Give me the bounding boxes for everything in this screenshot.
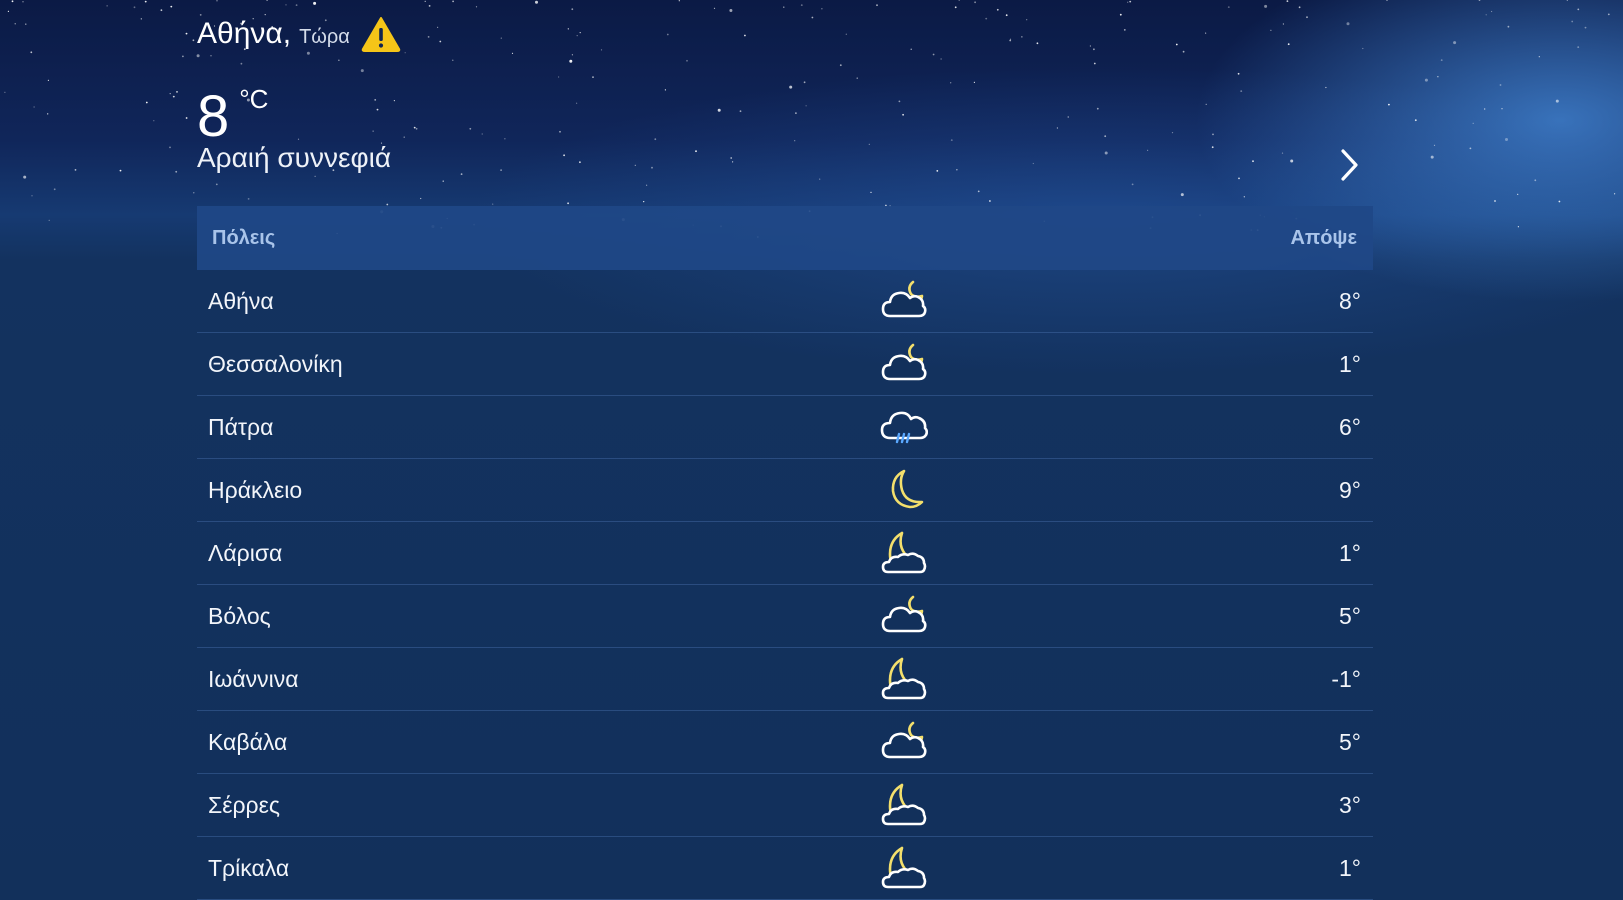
- city-temperature: 1°: [1339, 350, 1361, 377]
- cloud-moon-icon: [880, 278, 928, 324]
- city-name: Θεσσαλονίκη: [208, 350, 343, 377]
- moon-cloud-icon: [880, 656, 928, 702]
- column-header-tonight: Απόψε: [1290, 226, 1357, 249]
- cloud-moon-icon: [880, 341, 928, 387]
- city-name: Καβάλα: [208, 728, 288, 755]
- city-row[interactable]: Καβάλα 5°: [197, 711, 1373, 774]
- time-label: Τώρα: [299, 25, 350, 48]
- city-temperature: 3°: [1339, 791, 1361, 818]
- city-row[interactable]: Πάτρα 6°: [197, 396, 1373, 459]
- city-name: Τρίκαλα: [208, 854, 290, 881]
- city-temperature: 1°: [1339, 854, 1361, 881]
- city-row[interactable]: Τρίκαλα 1°: [197, 837, 1373, 900]
- column-header-cities: Πόλεις: [212, 226, 276, 249]
- chevron-right-icon: [1341, 149, 1358, 181]
- city-row[interactable]: Αθήνα 8°: [197, 270, 1373, 333]
- current-city-name: Αθήνα,: [197, 17, 292, 50]
- city-name: Ηράκλειο: [208, 476, 303, 503]
- city-name: Αθήνα: [208, 287, 274, 314]
- city-temperature: -1°: [1331, 665, 1361, 692]
- city-row[interactable]: Ιωάννινα -1°: [197, 648, 1373, 711]
- moon-cloud-icon: [880, 530, 928, 576]
- city-temperature: 8°: [1339, 287, 1361, 314]
- temperature-unit: °C: [239, 84, 269, 114]
- city-temperature: 5°: [1339, 602, 1361, 629]
- temperature-value: 8: [197, 84, 230, 149]
- city-name: Βόλος: [208, 602, 271, 629]
- city-row[interactable]: Ηράκλειο 9°: [197, 459, 1373, 522]
- current-weather-header: Αθήνα, Τώρα 8 °C Αραιή συννεφιά: [197, 14, 402, 174]
- location-line: Αθήνα, Τώρα: [197, 14, 402, 54]
- city-row[interactable]: Λάρισα 1°: [197, 522, 1373, 585]
- rain-cloud-icon: [880, 404, 929, 450]
- city-row[interactable]: Θεσσαλονίκη 1°: [197, 333, 1373, 396]
- current-temperature: 8 °C: [197, 84, 402, 149]
- city-temperature: 9°: [1339, 476, 1361, 503]
- next-chevron-button[interactable]: [1332, 145, 1366, 185]
- moon-icon: [880, 467, 928, 513]
- city-temperature: 6°: [1339, 413, 1361, 440]
- moon-cloud-icon: [880, 845, 928, 891]
- city-name: Λάρισα: [208, 539, 283, 566]
- cloud-moon-icon: [880, 719, 928, 765]
- cloud-moon-icon: [880, 593, 928, 639]
- city-row[interactable]: Σέρρες 3°: [197, 774, 1373, 837]
- cities-table: Πόλεις Απόψε Αθήνα 8° Θεσσαλονίκη 1° Πάτρα…: [197, 206, 1373, 900]
- moon-cloud-icon: [880, 782, 928, 828]
- warning-icon[interactable]: [360, 15, 402, 53]
- weather-page: Αθήνα, Τώρα 8 °C Αραιή συννεφιά Πόλεις Α…: [0, 0, 1623, 900]
- weather-condition: Αραιή συννεφιά: [197, 142, 392, 173]
- city-name: Ιωάννινα: [208, 665, 299, 692]
- city-temperature: 5°: [1339, 728, 1361, 755]
- table-header: Πόλεις Απόψε: [197, 206, 1373, 270]
- city-name: Σέρρες: [208, 791, 280, 818]
- table-body: Αθήνα 8° Θεσσαλονίκη 1° Πάτρα 6° Ηράκλειο 9…: [197, 270, 1373, 900]
- city-name: Πάτρα: [208, 413, 274, 440]
- city-temperature: 1°: [1339, 539, 1361, 566]
- city-row[interactable]: Βόλος 5°: [197, 585, 1373, 648]
